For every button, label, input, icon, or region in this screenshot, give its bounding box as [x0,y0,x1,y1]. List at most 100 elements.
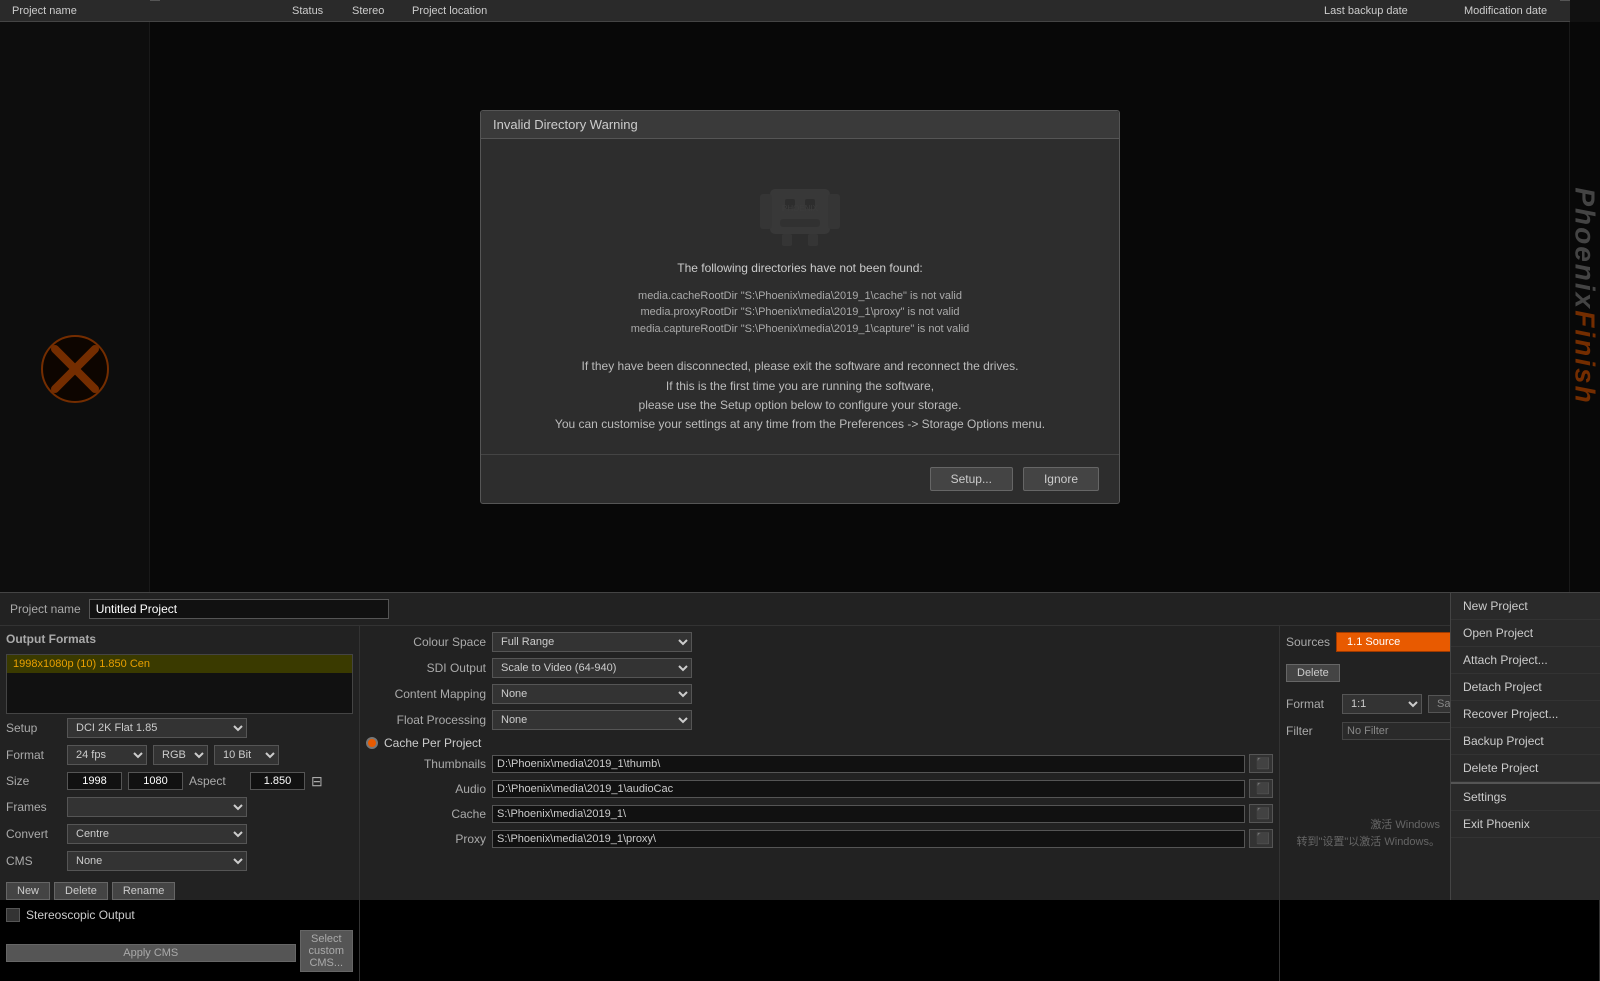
context-open-project[interactable]: Open Project [1451,626,1600,647]
bit-select[interactable]: 10 Bit [214,745,279,765]
modal-footer: Setup... Ignore [481,454,1119,503]
audio-row: Audio ⬛ [366,779,1273,798]
format-buttons-row: New Delete Rename [6,882,353,900]
height-input[interactable] [128,772,183,790]
context-settings[interactable]: Settings [1451,782,1600,811]
delete-source-button[interactable]: Delete [1286,664,1340,682]
proxy-path-input[interactable] [492,830,1245,848]
content-mapping-select[interactable]: None [492,684,692,704]
modal-instr-4: You can customise your settings at any t… [555,415,1045,434]
stereo-row: Stereoscopic Output [6,908,353,922]
audio-label: Audio [366,782,486,796]
output-formats-title: Output Formats [6,632,353,646]
context-exit-phoenix[interactable]: Exit Phoenix [1451,811,1600,838]
colour-space-label: Colour Space [366,635,486,649]
width-input[interactable] [67,772,122,790]
content-mapping-label: Content Mapping [366,687,486,701]
thumbnails-label: Thumbnails [366,757,486,771]
custom-cms-button[interactable]: Select custom CMS... [300,930,353,972]
top-header: Project name Status Stereo Project locat… [0,0,1600,22]
context-attach-project[interactable]: Attach Project... [1451,647,1600,674]
phantom-image: PHOENIX [740,169,860,249]
col-stereo: Stereo [344,5,404,17]
sdi-output-row: SDI Output Scale to Video (64-940) [366,658,1273,678]
scroll-left-arrow[interactable]: ◀ [150,0,160,1]
modal-overlay: Invalid Directory Warning PHOENIX The fo… [0,22,1600,592]
float-processing-select[interactable]: None [492,710,692,730]
thumbnails-browse-button[interactable]: ⬛ [1249,754,1273,773]
audio-browse-button[interactable]: ⬛ [1249,779,1273,798]
apply-cms-button[interactable]: Apply CMS [6,944,296,962]
convert-label: Convert [6,827,61,841]
convert-row: Convert Centre [6,824,353,844]
cms-row: CMS None [6,851,353,871]
frames-row: Frames [6,797,353,817]
context-menu: New Project Open Project Attach Project.… [1450,626,1600,900]
stereo-checkbox[interactable] [6,908,20,922]
aspect-label: Aspect [189,774,244,788]
aspect-input[interactable] [250,772,305,790]
project-name-input[interactable] [89,599,389,619]
delete-format-button[interactable]: Delete [54,882,108,900]
modal-path-2: media.proxyRootDir "S:\Phoenix\media\201… [631,304,970,321]
middle-column: Colour Space Full Range SDI Output Scale… [360,626,1280,981]
context-backup-project[interactable]: Backup Project [1451,728,1600,755]
format-label: Format [1286,697,1336,711]
context-delete-project[interactable]: Delete Project [1451,755,1600,782]
convert-select[interactable]: Centre [67,824,247,844]
new-format-button[interactable]: New [6,882,50,900]
modal-dialog: Invalid Directory Warning PHOENIX The fo… [480,110,1120,504]
project-name-label: Project name [10,602,81,616]
cache-label: Cache [366,807,486,821]
cache-per-project-label: Cache Per Project [384,736,481,750]
frames-select[interactable] [67,797,247,817]
colour-space-row: Colour Space Full Range [366,632,1273,652]
modal-instr-3: please use the Setup option below to con… [555,396,1045,415]
content-mapping-row: Content Mapping None [366,684,1273,704]
scroll-right-arrow[interactable]: ▶ [1560,0,1570,1]
context-detach-project[interactable]: Detach Project [1451,674,1600,701]
cms-select[interactable]: None [67,851,247,871]
modal-body: PHOENIX The following directories have n… [481,139,1119,454]
setup-button[interactable]: Setup... [930,467,1013,491]
output-formats-column: Output Formats 1998x1080p (10) 1.850 Cen… [0,626,360,981]
colorspace-select[interactable]: RGB [153,745,208,765]
frames-label: Frames [6,800,61,814]
colour-space-select[interactable]: Full Range [492,632,692,652]
cache-path-input[interactable] [492,805,1245,823]
ignore-button[interactable]: Ignore [1023,467,1099,491]
cache-browse-button[interactable]: ⬛ [1249,804,1273,823]
modal-instr-2: If this is the first time you are runnin… [555,377,1045,396]
win-activate-line2: 转到"设置"以激活 Windows。 [1297,834,1441,851]
context-recover-project[interactable]: Recover Project... [1451,701,1600,728]
format-select[interactable]: 1:1 [1342,694,1422,714]
modal-instruction: If they have been disconnected, please e… [555,357,1045,434]
audio-path-input[interactable] [492,780,1245,798]
win-activate-line1: 激活 Windows [1297,817,1441,834]
col-status: Status [284,5,344,17]
apply-cms-row: Apply CMS Select custom CMS... [6,930,353,972]
cache-per-project-row: Cache Per Project [366,736,1273,750]
size-label: Size [6,774,61,788]
modal-body-text: The following directories have not been … [677,259,923,278]
aspect-lock-icon[interactable]: ⊟ [311,773,323,790]
sdi-output-label: SDI Output [366,661,486,675]
size-row: Size Aspect ⊟ [6,772,353,790]
cache-per-project-radio[interactable] [366,737,378,749]
stereo-label: Stereoscopic Output [26,908,135,922]
proxy-browse-button[interactable]: ⬛ [1249,829,1273,848]
format-item[interactable]: 1998x1080p (10) 1.850 Cen [7,655,352,673]
proxy-row: Proxy ⬛ [366,829,1273,848]
setup-select[interactable]: DCI 2K Flat 1.85 [67,718,247,738]
rename-format-button[interactable]: Rename [112,882,176,900]
svg-text:PHOENIX: PHOENIX [782,204,819,213]
format-list: 1998x1080p (10) 1.850 Cen [6,654,353,714]
format-row: Format 24 fps RGB 10 Bit [6,745,353,765]
sdi-output-select[interactable]: Scale to Video (64-940) [492,658,692,678]
fps-select[interactable]: 24 fps [67,745,147,765]
modal-path-1: media.cacheRootDir "S:\Phoenix\media\201… [631,288,970,305]
float-processing-row: Float Processing None [366,710,1273,730]
main-bottom-area: Output Formats 1998x1080p (10) 1.850 Cen… [0,626,1600,981]
thumbnails-path-input[interactable] [492,755,1245,773]
setup-label: Setup [6,721,61,735]
